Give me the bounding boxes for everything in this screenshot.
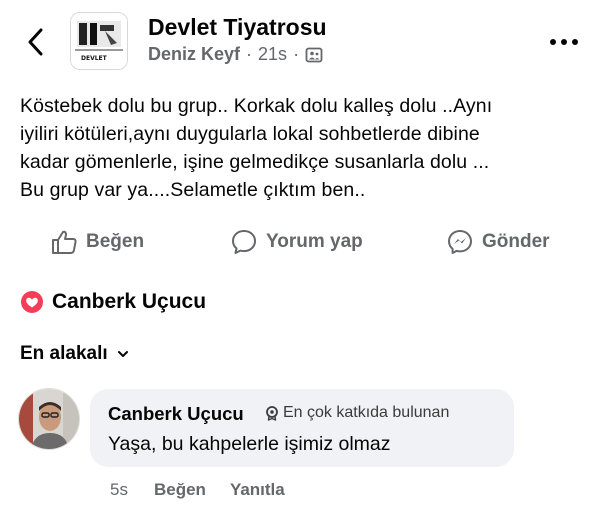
like-label: Beğen xyxy=(86,231,145,252)
post-line: iyiliri kötüleri,aynı duygularla lokal s… xyxy=(20,123,480,145)
comment-icon xyxy=(232,230,256,254)
comment-actions: 5s Beğen Yanıtla xyxy=(110,480,309,500)
meta-separator: · xyxy=(246,44,253,64)
post-header: DEVLET Devlet Tiyatrosu Deniz Keyf · 21s… xyxy=(0,0,600,80)
comment-button[interactable]: Yorum yap xyxy=(230,222,363,262)
like-button[interactable]: Beğen xyxy=(50,222,144,262)
back-button[interactable] xyxy=(20,24,50,60)
group-logo-text: DEVLET xyxy=(81,55,108,62)
top-contributor-badge: En çok katkıda bulunan xyxy=(264,404,449,422)
commenter-photo xyxy=(19,389,79,449)
more-horizontal-icon xyxy=(550,39,578,45)
comment-reply-button[interactable]: Yanıtla xyxy=(230,480,285,500)
medal-icon xyxy=(266,406,278,421)
comment-like-button[interactable]: Beğen xyxy=(154,480,206,500)
meta-separator-2: · xyxy=(293,44,300,64)
send-label: Gönder xyxy=(482,231,550,252)
post-time[interactable]: 21s xyxy=(258,44,287,65)
comments-sort-dropdown[interactable]: En alakalı xyxy=(20,343,128,365)
more-options-button[interactable] xyxy=(546,28,582,56)
post-actions: Beğen Yorum yap Gönder xyxy=(0,222,600,262)
thumbs-up-icon xyxy=(52,230,77,254)
commenter-avatar[interactable] xyxy=(18,388,80,450)
reactions-summary[interactable]: Canberk Uçucu xyxy=(20,290,206,314)
post-line: Köstebek dolu bu grup.. Korkak dolu kall… xyxy=(20,95,493,117)
comment-bubble: Canberk Uçucu En çok katkıda bulunan Yaş… xyxy=(90,389,514,467)
send-button[interactable]: Gönder xyxy=(446,222,550,262)
post-body: Köstebek dolu bu grup.. Korkak dolu kall… xyxy=(20,92,590,204)
chevron-down-icon xyxy=(117,351,128,357)
chevron-left-icon xyxy=(28,28,43,56)
post-author[interactable]: Deniz Keyf xyxy=(148,44,240,65)
post-line: kadar gömenlerle, işine gelmedikçe susan… xyxy=(20,151,490,173)
sort-label: En alakalı xyxy=(20,343,108,364)
comment-author[interactable]: Canberk Uçucu xyxy=(108,403,244,425)
messenger-icon xyxy=(448,230,472,254)
badge-label: En çok katkıda bulunan xyxy=(283,404,450,421)
comment-text: Yaşa, bu kahpelerle işimiz olmaz xyxy=(108,433,391,455)
comment-label: Yorum yap xyxy=(266,231,363,252)
reactor-name: Canberk Uçucu xyxy=(52,290,207,313)
group-avatar[interactable]: DEVLET xyxy=(70,12,128,70)
group-audience-icon xyxy=(305,47,323,62)
group-logo-image: DEVLET xyxy=(71,13,127,69)
group-name[interactable]: Devlet Tiyatrosu xyxy=(148,14,327,41)
comment-time[interactable]: 5s xyxy=(110,480,128,500)
post-meta: Deniz Keyf · 21s · xyxy=(148,44,323,65)
love-reaction-icon xyxy=(21,291,43,313)
post-line: Bu grup var ya....Selametle çıktım ben.. xyxy=(20,179,366,201)
